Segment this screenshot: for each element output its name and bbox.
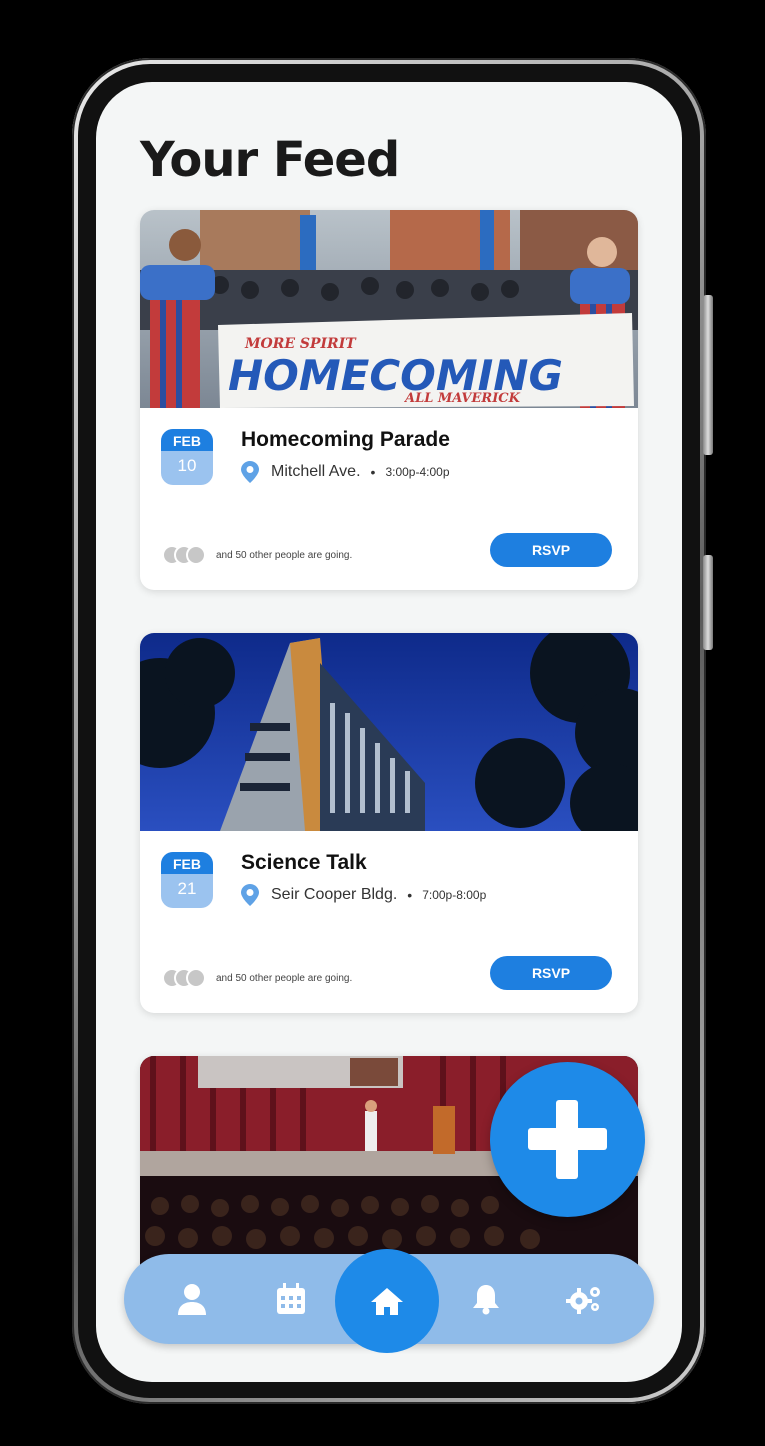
separator-dot: • [370,464,376,480]
date-month: FEB [161,852,213,874]
attendee-avatars [162,968,212,988]
event-title: Homecoming Parade [241,428,450,451]
event-photo [140,633,638,831]
event-time: 3:00p-4:00p [385,465,450,479]
calendar-icon [277,1283,305,1314]
event-title: Science Talk [241,851,367,874]
nav-calendar[interactable] [261,1254,321,1344]
event-location-row: Seir Cooper Bldg. • 7:00p-8:00p [241,883,486,907]
rsvp-button[interactable]: RSVP [490,956,612,990]
nav-home[interactable] [335,1249,439,1353]
event-location: Mitchell Ave. [271,463,361,480]
attendance-text: and 50 other people are going. [216,550,353,561]
gears-icon [566,1287,600,1314]
event-card[interactable]: FEB 21 Science Talk Seir Cooper Bldg. • … [140,633,638,1013]
event-card[interactable]: MORE SPIRIT HOMECOMING ALL MAVERICK FEB … [140,210,638,590]
svg-text:MORE SPIRIT: MORE SPIRIT [244,336,357,352]
volume-button [703,295,713,455]
attendee-avatars [162,545,212,565]
svg-text:ALL MAVERICK: ALL MAVERICK [403,391,521,406]
separator-dot: • [407,887,413,903]
power-button [703,555,713,650]
attendance-text: and 50 other people are going. [216,973,353,984]
location-pin-icon [241,461,259,483]
date-badge: FEB 10 [161,429,213,485]
avatar [186,968,206,988]
event-location-row: Mitchell Ave. • 3:00p-4:00p [241,460,450,484]
date-day: 21 [177,879,197,898]
nav-profile[interactable] [162,1254,222,1344]
avatar [186,545,206,565]
bell-icon [473,1285,499,1315]
event-photo: MORE SPIRIT HOMECOMING ALL MAVERICK [140,210,638,408]
app-screen: Your Feed MORE SPIRIT HOMECOMING ALL MAV… [96,82,682,1382]
home-icon [371,1288,403,1315]
user-icon [178,1284,206,1315]
date-month: FEB [161,429,213,451]
add-event-button[interactable] [490,1062,645,1217]
page-title: Your Feed [140,132,400,188]
location-pin-icon [241,884,259,906]
event-time: 7:00p-8:00p [422,888,487,902]
nav-settings[interactable] [554,1254,614,1344]
date-badge: FEB 21 [161,852,213,908]
date-day: 10 [177,456,197,475]
rsvp-button[interactable]: RSVP [490,533,612,567]
event-location: Seir Cooper Bldg. [271,886,398,903]
nav-notifications[interactable] [456,1254,516,1344]
